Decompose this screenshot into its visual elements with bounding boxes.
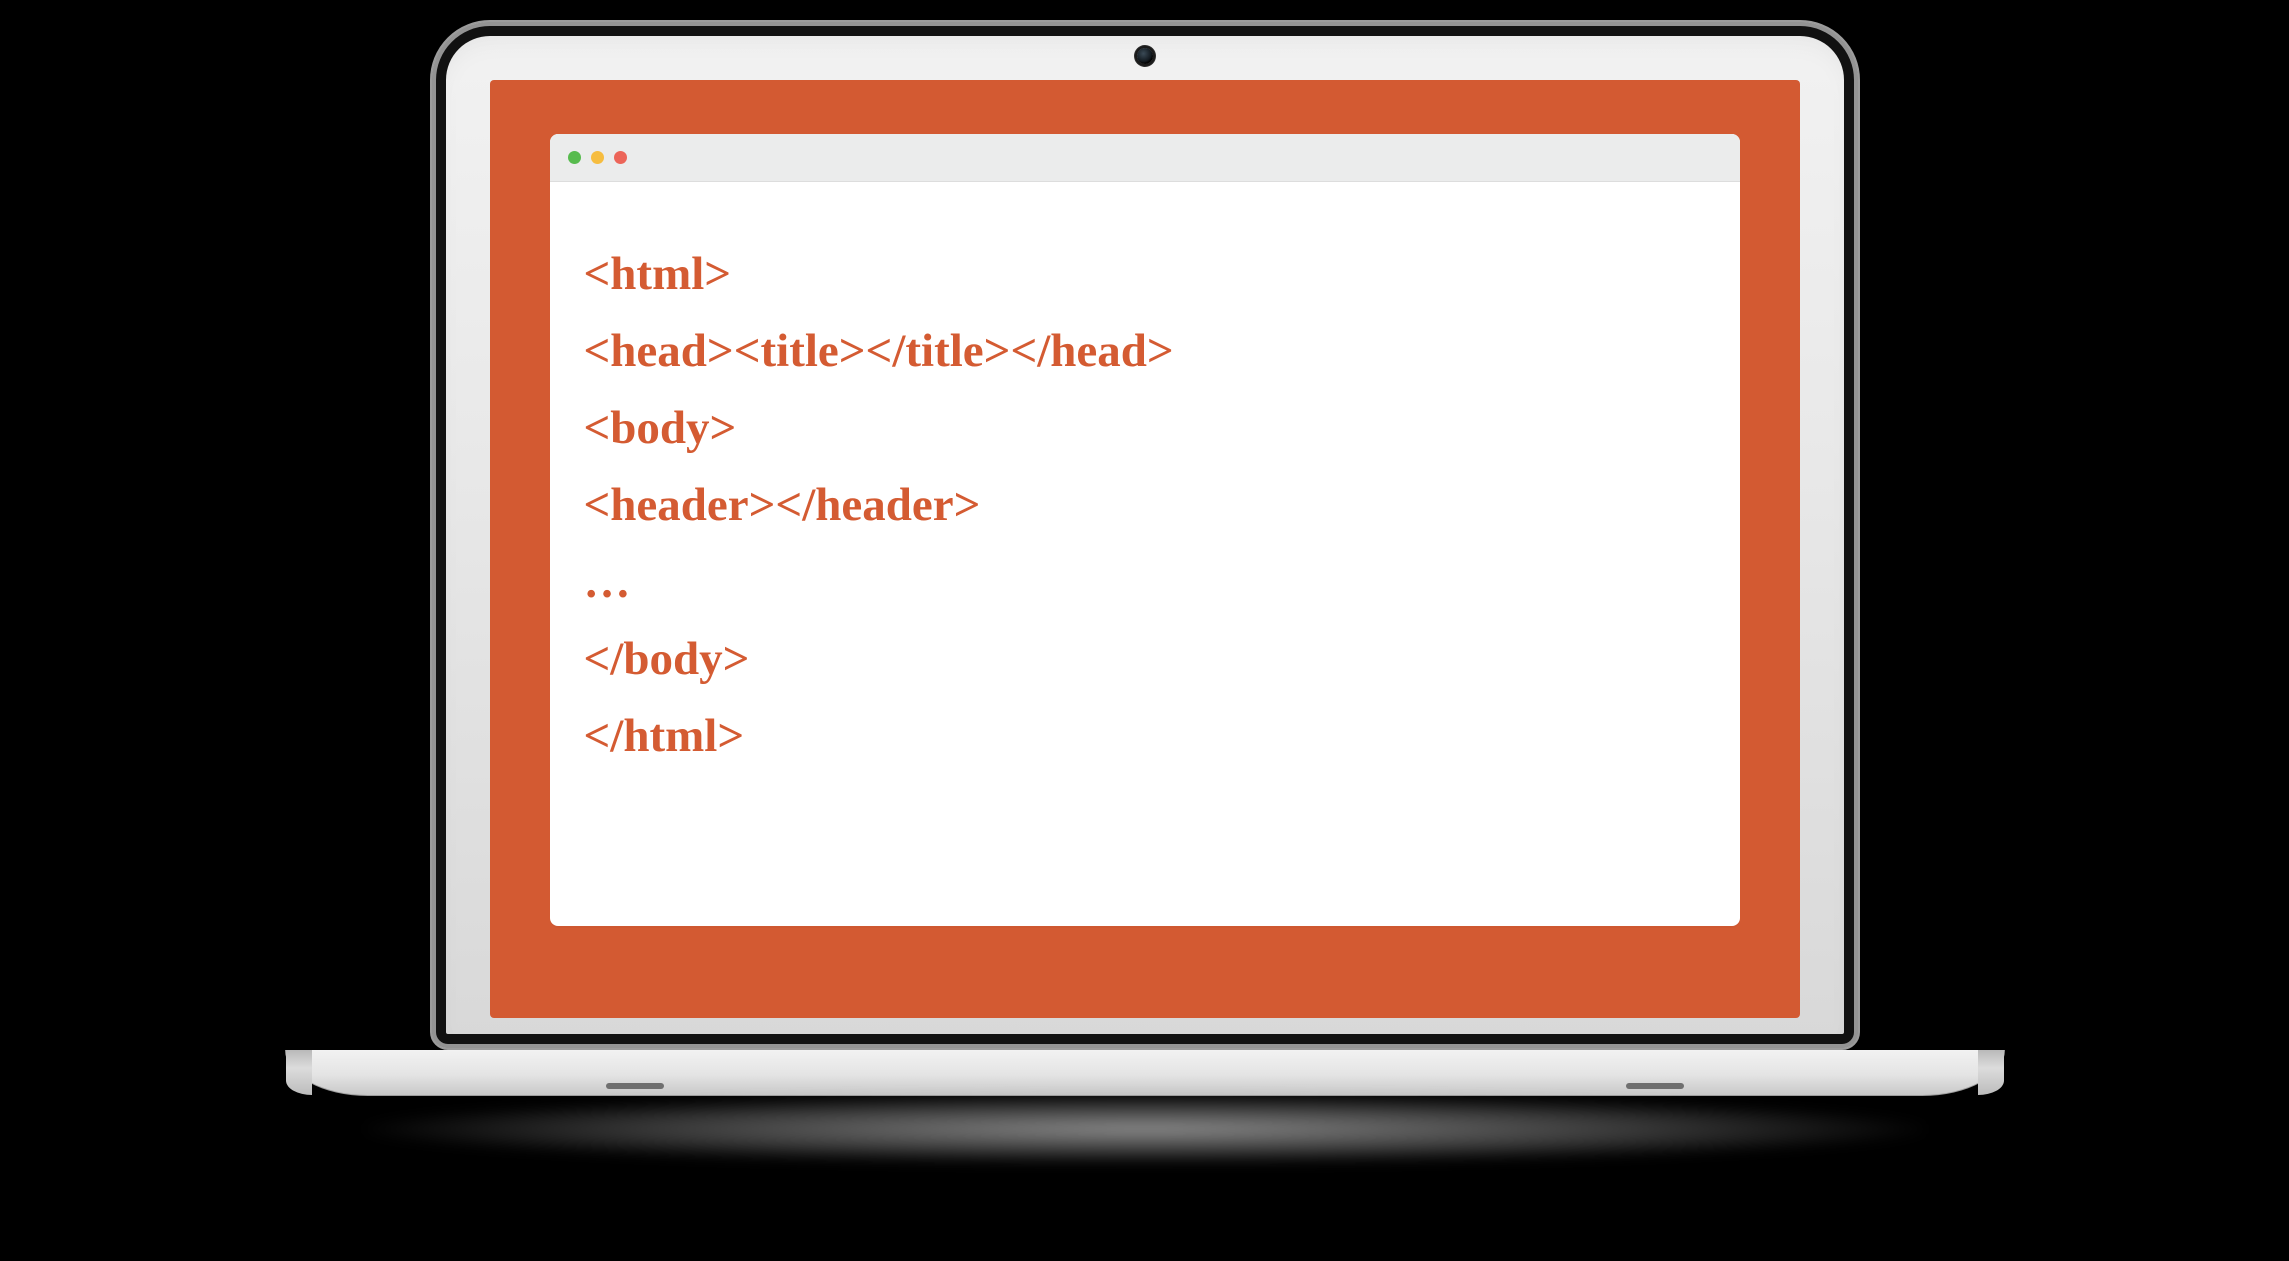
drop-shadow	[365, 1094, 1925, 1164]
code-line: </body>	[584, 621, 1706, 698]
laptop-screen: <html> <head><title></title></head> <bod…	[490, 80, 1800, 1018]
browser-window: <html> <head><title></title></head> <bod…	[550, 134, 1740, 926]
code-line: <head><title></title></head>	[584, 313, 1706, 390]
window-control-minimize-icon[interactable]	[591, 151, 604, 164]
window-control-close-icon[interactable]	[568, 151, 581, 164]
laptop-foot	[1626, 1083, 1684, 1089]
laptop-illustration: <html> <head><title></title></head> <bod…	[285, 20, 2005, 1164]
code-line: </html>	[584, 698, 1706, 775]
code-line: <header></header>	[584, 467, 1706, 544]
window-control-zoom-icon[interactable]	[614, 151, 627, 164]
webcam-icon	[1137, 48, 1153, 64]
base-edge	[286, 1050, 312, 1095]
base-edge	[1978, 1050, 2004, 1095]
code-line: …	[584, 544, 1706, 621]
code-line: <body>	[584, 390, 1706, 467]
laptop-foot	[606, 1083, 664, 1089]
code-viewport: <html> <head><title></title></head> <bod…	[550, 182, 1740, 926]
laptop-base	[285, 1050, 2005, 1096]
code-line: <html>	[584, 236, 1706, 313]
window-titlebar	[550, 134, 1740, 182]
laptop-lid: <html> <head><title></title></head> <bod…	[430, 20, 1860, 1050]
